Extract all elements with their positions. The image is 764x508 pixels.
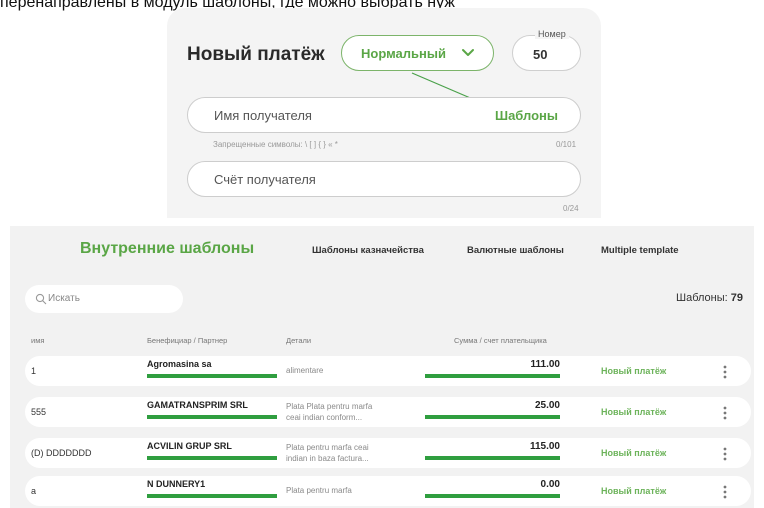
forbidden-chars-hint: Запрещенные символы: \ [ ] { } « * [213,140,338,149]
recipient-account-input[interactable]: Счёт получателя [187,161,581,197]
redacted-payer-account-mark [425,415,560,419]
templates-count-label: Шаблоны: [676,292,728,304]
chevron-down-icon [462,49,474,56]
row-details: Plata pentru marfa ceai indian in baza fa… [286,443,369,463]
row-beneficiary: Agromasina sa [147,359,212,369]
row-name: 555 [31,407,47,417]
row-amount: 25.00 [534,400,560,411]
table-row[interactable]: 555 GAMATRANSPRIM SRL Plata Plata pentru… [25,397,751,427]
row-beneficiary: GAMATRANSPRIM SRL [147,400,248,410]
column-header-amount: Сумма / счет плательщика [454,336,547,345]
tab-internal-templates[interactable]: Внутренние шаблоны [80,240,254,258]
redacted-payer-account-mark [425,456,560,460]
recipient-account-counter: 0/24 [563,204,579,213]
number-label: Номер [535,29,569,39]
redacted-account-mark [147,494,277,498]
row-amount: 115.00 [529,441,560,452]
row-amount: 0.00 [540,479,560,490]
templates-panel: Внутренние шаблоны Шаблоны казначейства … [10,226,754,508]
search-icon [35,293,47,305]
redacted-account-mark [147,456,277,460]
new-payment-link[interactable]: Новый платёж [601,407,666,417]
row-name: (D) DDDDDDD [31,448,92,458]
new-payment-link[interactable]: Новый платёж [601,486,666,496]
new-payment-form: Новый платёж Нормальный 50 Номер Имя пол… [167,8,601,218]
row-beneficiary: ACVILIN GRUP SRL [147,441,232,451]
more-options-icon[interactable] [722,405,728,421]
recipient-account-placeholder: Счёт получателя [214,172,316,187]
new-payment-link[interactable]: Новый платёж [601,366,666,376]
table-row[interactable]: (D) DDDDDDD ACVILIN GRUP SRL Plata pentr… [25,438,751,468]
search-placeholder: Искать [48,293,80,304]
redacted-payer-account-mark [425,494,560,498]
table-row[interactable]: a N DUNNERY1 Plata pentru marfa 0.00 Нов… [25,476,751,506]
row-name: a [31,486,37,496]
templates-count: Шаблоны: 79 [676,292,743,304]
templates-link[interactable]: Шаблоны [495,108,558,123]
row-details: Plata Plata pentru marfa ceai indian conf… [286,402,373,422]
recipient-name-placeholder: Имя получателя [214,108,312,123]
number-value: 50 [533,47,548,62]
row-details: Plata pentru marfa [286,486,352,495]
redacted-account-mark [147,374,277,378]
redacted-payer-account-mark [425,374,560,378]
payment-type-select[interactable]: Нормальный [341,35,494,71]
column-header-details: Детали [286,336,312,345]
form-title: Новый платёж [187,44,325,65]
new-payment-link[interactable]: Новый платёж [601,448,666,458]
more-options-icon[interactable] [722,364,728,380]
redacted-account-mark [147,415,277,419]
recipient-name-counter: 0/101 [556,140,577,149]
row-name: 1 [31,366,37,376]
column-header-name: имя [31,336,45,345]
row-amount: 111.00 [530,359,560,370]
tab-currency-templates[interactable]: Валютные шаблоны [467,245,564,256]
row-details: alimentare [286,366,324,375]
column-header-beneficiary: Бенефициар / Партнер [147,336,228,345]
templates-count-value: 79 [730,292,744,304]
tab-treasury-templates[interactable]: Шаблоны казначейства [312,245,424,256]
more-options-icon[interactable] [722,484,728,500]
number-field[interactable]: 50 [512,35,581,71]
tab-multiple-template[interactable]: Multiple template [601,245,679,256]
table-row[interactable]: 1 Agromasina sa alimentare 111.00 Новый … [25,356,751,386]
payment-type-value: Нормальный [361,46,446,61]
row-beneficiary: N DUNNERY1 [147,479,206,489]
recipient-name-input[interactable]: Имя получателя Шаблоны [187,97,581,133]
more-options-icon[interactable] [722,446,728,462]
search-input[interactable]: Искать [25,285,183,313]
